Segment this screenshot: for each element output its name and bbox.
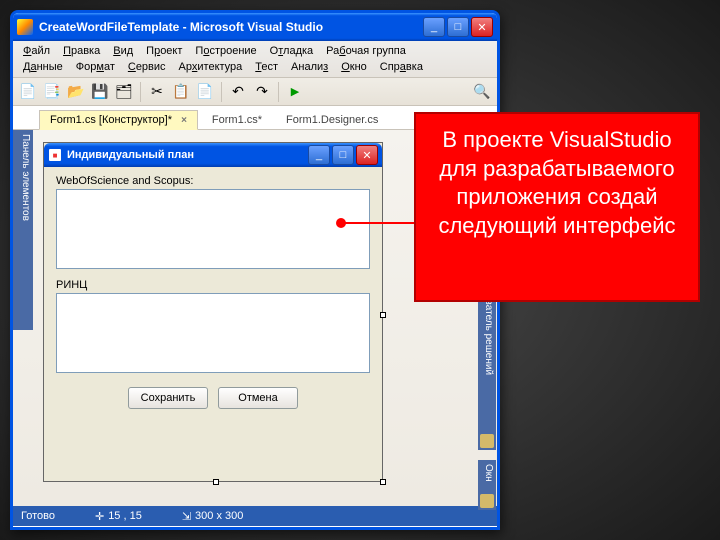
- vs-icon: [17, 19, 33, 35]
- pin-icon[interactable]: [480, 434, 494, 448]
- toolbar: 📄 📑 📂 💾 🗂 ✂ 📋 📄 ↶ ↷ ▶ 🔍: [13, 78, 497, 106]
- menu-project[interactable]: Проект: [140, 43, 188, 59]
- resize-handle-icon[interactable]: [380, 479, 386, 485]
- resize-handle-icon[interactable]: [380, 312, 386, 318]
- save-button[interactable]: Сохранить: [128, 387, 208, 409]
- form-maximize-button[interactable]: □: [332, 145, 354, 165]
- start-debug-icon[interactable]: ▶: [284, 81, 306, 103]
- menu-data[interactable]: Данные: [17, 59, 69, 75]
- form-minimize-button[interactable]: _: [308, 145, 330, 165]
- resize-handle-icon[interactable]: [213, 479, 219, 485]
- toolbar-separator: [140, 82, 141, 102]
- form-titlebar: ■ Индивидуальный план _ □ ✕: [44, 143, 382, 167]
- save-all-icon[interactable]: 🗂: [113, 81, 135, 103]
- callout-connector: [342, 222, 422, 224]
- vs-titlebar[interactable]: CreateWordFileTemplate - Microsoft Visua…: [13, 13, 497, 41]
- menu-team[interactable]: Рабочая группа: [320, 43, 412, 59]
- tab-label: Form1.Designer.cs: [286, 114, 378, 126]
- menubar: Файл Правка Вид Проект Построение Отладк…: [13, 41, 497, 78]
- save-icon[interactable]: 💾: [89, 81, 111, 103]
- form-title: Индивидуальный план: [67, 149, 308, 161]
- menu-debug[interactable]: Отладка: [264, 43, 320, 59]
- open-icon[interactable]: 📂: [65, 81, 87, 103]
- label-wos-scopus[interactable]: WebOfScience and Scopus:: [56, 175, 370, 187]
- form-close-button[interactable]: ✕: [356, 145, 378, 165]
- toolbar-separator: [278, 82, 279, 102]
- redo-icon[interactable]: ↷: [251, 81, 273, 103]
- undo-icon[interactable]: ↶: [227, 81, 249, 103]
- toolbox-panel[interactable]: Панель элементов: [13, 130, 33, 330]
- menu-file[interactable]: Файл: [17, 43, 56, 59]
- find-icon[interactable]: 🔍: [471, 81, 493, 103]
- tab-close-icon[interactable]: ×: [181, 115, 187, 126]
- statusbar: Готово ✛ 15 , 15 ⇲ 300 x 300: [13, 506, 497, 526]
- status-position: ✛ 15 , 15: [95, 510, 142, 523]
- form-body: WebOfScience and Scopus: РИНЦ Сохранить …: [44, 167, 382, 417]
- position-icon: ✛: [95, 510, 104, 523]
- window-title: CreateWordFileTemplate - Microsoft Visua…: [39, 20, 423, 34]
- winforms-designer-form[interactable]: ■ Индивидуальный план _ □ ✕ WebOfScience…: [43, 142, 383, 482]
- position-value: 15 , 15: [108, 510, 142, 522]
- paste-icon[interactable]: 📄: [194, 81, 216, 103]
- properties-panel[interactable]: Окн: [478, 460, 496, 510]
- panel-label: Окн: [483, 464, 494, 482]
- toolbar-separator: [221, 82, 222, 102]
- menu-view[interactable]: Вид: [107, 43, 139, 59]
- callout-text: В проекте VisualStudio для разрабатываем…: [438, 127, 675, 238]
- close-button[interactable]: ✕: [471, 17, 493, 37]
- callout-dot-icon: [336, 218, 346, 228]
- menu-tools[interactable]: Сервис: [122, 59, 172, 75]
- pin-icon[interactable]: [480, 494, 494, 508]
- panel-label: Панель элементов: [20, 134, 31, 221]
- tab-form-cs[interactable]: Form1.cs*: [202, 111, 272, 129]
- textbox-rinc[interactable]: [56, 293, 370, 373]
- label-rinc[interactable]: РИНЦ: [56, 279, 370, 291]
- cut-icon[interactable]: ✂: [146, 81, 168, 103]
- menu-help[interactable]: Справка: [374, 59, 429, 75]
- tab-form-designer[interactable]: Form1.cs [Конструктор]* ×: [39, 110, 198, 130]
- tab-label: Form1.cs [Конструктор]*: [50, 114, 172, 126]
- solution-explorer-panel[interactable]: еватель решений: [478, 290, 496, 450]
- copy-icon[interactable]: 📋: [170, 81, 192, 103]
- maximize-button[interactable]: □: [447, 17, 469, 37]
- menu-test[interactable]: Тест: [249, 59, 284, 75]
- status-ready: Готово: [21, 510, 55, 522]
- textbox-wos-scopus[interactable]: [56, 189, 370, 269]
- menu-arch[interactable]: Архитектура: [173, 59, 249, 75]
- cancel-button[interactable]: Отмена: [218, 387, 298, 409]
- menu-window[interactable]: Окно: [335, 59, 373, 75]
- panel-label: еватель решений: [483, 294, 494, 375]
- annotation-callout: В проекте VisualStudio для разрабатываем…: [414, 112, 700, 302]
- menu-edit[interactable]: Правка: [57, 43, 106, 59]
- size-value: 300 x 300: [195, 510, 243, 522]
- tab-form-designer-cs[interactable]: Form1.Designer.cs: [276, 111, 388, 129]
- status-size: ⇲ 300 x 300: [182, 510, 244, 523]
- menu-build[interactable]: Построение: [189, 43, 262, 59]
- form-icon: ■: [48, 148, 62, 162]
- menu-analyze[interactable]: Анализ: [285, 59, 334, 75]
- new-project-icon[interactable]: 📄: [17, 81, 39, 103]
- add-item-icon[interactable]: 📑: [41, 81, 63, 103]
- minimize-button[interactable]: _: [423, 17, 445, 37]
- size-icon: ⇲: [182, 510, 191, 523]
- tab-label: Form1.cs*: [212, 114, 262, 126]
- menu-format[interactable]: Формат: [70, 59, 121, 75]
